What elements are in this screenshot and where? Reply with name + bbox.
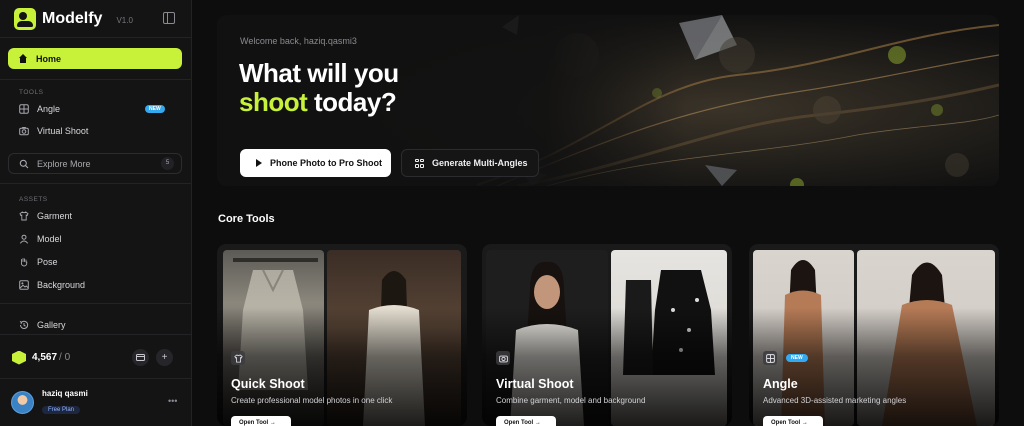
welcome-text: Welcome back, haziq.qasmi3 [240, 36, 357, 46]
card-description: Advanced 3D-assisted marketing angles [763, 396, 907, 405]
sidebar-item-angle[interactable]: Angle NEW [19, 102, 179, 116]
divider [0, 303, 192, 304]
hero-banner: Welcome back, haziq.qasmi3 What will you… [217, 15, 999, 186]
sidebar-item-home[interactable]: Home [8, 48, 182, 69]
generate-multi-angles-button[interactable]: Generate Multi-Angles [401, 149, 539, 177]
sidebar-item-model[interactable]: Model [19, 232, 179, 246]
card-description: Combine garment, model and background [496, 396, 646, 405]
user-name: haziq qasmi [42, 389, 88, 398]
tool-card-virtual-shoot[interactable]: Virtual Shoot Combine garment, model and… [482, 244, 732, 426]
grid-icon [415, 158, 424, 168]
credits-separator: / 0 [59, 352, 71, 363]
tool-card-angle[interactable]: NEW Angle Advanced 3D-assisted marketing… [749, 244, 999, 426]
page-title: What will you shoot today? [239, 59, 399, 117]
open-tool-button[interactable]: Open Tool → [496, 416, 556, 426]
divider [0, 79, 192, 80]
sidebar-item-label: Garment [37, 211, 73, 221]
sidebar-item-background[interactable]: Background [19, 278, 179, 292]
card-description: Create professional model photos in one … [231, 396, 393, 405]
sidebar-item-label: Gallery [37, 320, 66, 330]
sidebar-item-label: Pose [37, 257, 58, 267]
modelfy-logo [14, 8, 36, 30]
more-icon[interactable]: ••• [168, 396, 177, 406]
sidebar-item-label: Angle [37, 104, 61, 114]
section-label-assets: ASSETS [19, 196, 48, 203]
sidebar-item-virtual-shoot[interactable]: Virtual Shoot [19, 124, 179, 138]
divider [0, 334, 192, 335]
shirt-icon [231, 351, 245, 365]
divider [0, 378, 192, 379]
sidebar-item-label: Background [37, 280, 86, 290]
home-icon [18, 54, 28, 63]
camera-icon [496, 351, 510, 365]
avatar [11, 391, 34, 414]
headline-rest: today? [307, 87, 397, 117]
section-label-tools: TOOLS [19, 89, 44, 96]
section-title-core-tools: Core Tools [218, 213, 275, 225]
play-icon [256, 159, 262, 167]
sidebar-toggle-icon[interactable] [163, 12, 175, 24]
user-icon [19, 234, 29, 244]
app-version: V1.0 [116, 15, 133, 25]
button-label: Phone Photo to Pro Shoot [270, 158, 382, 168]
sidebar-item-pose[interactable]: Pose [19, 255, 179, 269]
add-credits-button[interactable]: + [156, 349, 173, 366]
app-name: Modelfy [42, 10, 103, 27]
credits-icon [12, 350, 26, 365]
grid-icon [763, 351, 777, 365]
open-tool-button[interactable]: Open Tool → [763, 416, 823, 426]
history-icon [19, 320, 29, 330]
sidebar-item-label: Model [37, 234, 62, 244]
tool-card-quick-shoot[interactable]: Quick Shoot Create professional model ph… [217, 244, 467, 426]
card-title: Angle [763, 377, 798, 391]
button-label: Generate Multi-Angles [432, 158, 528, 168]
main-content: Welcome back, haziq.qasmi3 What will you… [192, 0, 1024, 426]
user-profile[interactable]: haziq qasmi Free Plan [11, 389, 88, 416]
sidebar-item-gallery[interactable]: Gallery [19, 318, 179, 332]
grid-icon [19, 104, 29, 114]
phone-photo-to-pro-shoot-button[interactable]: Phone Photo to Pro Shoot [240, 149, 391, 177]
divider [0, 183, 192, 184]
camera-icon [19, 126, 29, 136]
search-icon [19, 159, 29, 169]
hand-icon [19, 257, 29, 267]
credits-balance: 4,567 [32, 352, 58, 363]
sidebar-item-garment[interactable]: Garment [19, 209, 179, 223]
divider [0, 37, 192, 38]
sidebar: Modelfy V1.0 Home TOOLS Angle NEW Virtua… [0, 0, 192, 426]
new-badge: NEW [145, 105, 165, 113]
explore-more-button[interactable]: Explore More 5 [8, 153, 182, 174]
shirt-icon [19, 211, 29, 221]
open-tool-button[interactable]: Open Tool → [231, 416, 291, 426]
explore-label: Explore More [37, 158, 91, 169]
plan-badge: Free Plan [42, 406, 81, 414]
sidebar-item-label: Home [36, 53, 62, 64]
billing-button[interactable] [132, 349, 149, 366]
new-badge: NEW [786, 354, 808, 362]
headline-line1: What will you [239, 58, 399, 88]
headline-accent: shoot [239, 87, 308, 117]
brand[interactable]: Modelfy V1.0 [14, 8, 133, 30]
sidebar-item-label: Virtual Shoot [37, 126, 89, 136]
card-title: Quick Shoot [231, 377, 305, 391]
card-title: Virtual Shoot [496, 377, 574, 391]
image-icon [19, 280, 29, 290]
headline-line2: shoot today? [239, 88, 399, 117]
credits-panel: 4,567 / 0 + [8, 343, 182, 372]
explore-count: 5 [161, 157, 174, 170]
